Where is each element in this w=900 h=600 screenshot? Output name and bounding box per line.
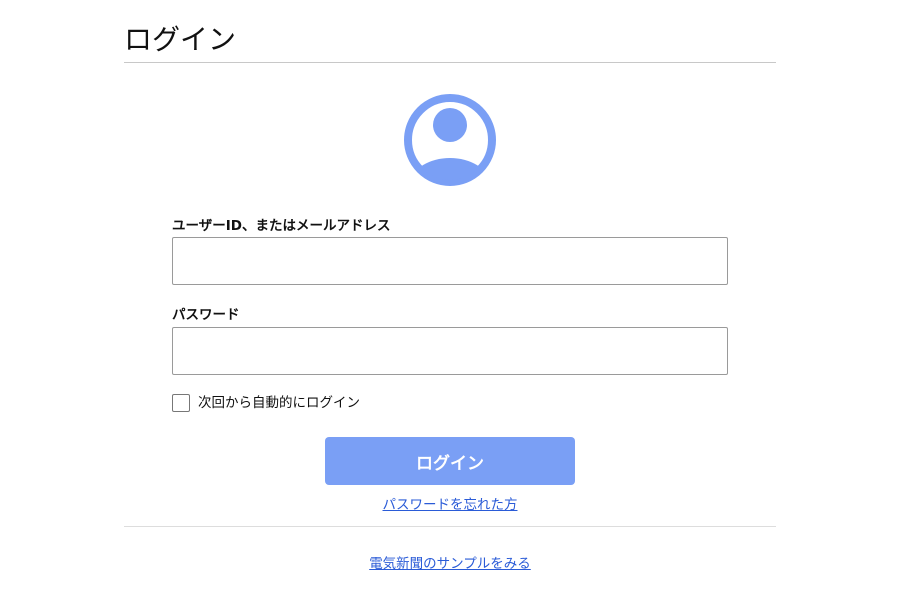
forgot-password-link[interactable]: パスワードを忘れた方 [383, 497, 518, 513]
forgot-password-row: パスワードを忘れた方 [0, 496, 900, 514]
sample-row: 電気新聞のサンプルをみる [0, 555, 900, 573]
login-page: ログイン ユーザーID、またはメールアドレス パスワード 次回から自動的にログイ… [0, 0, 900, 600]
footer-divider [124, 526, 776, 527]
page-title: ログイン [124, 23, 237, 56]
userid-input[interactable] [172, 237, 728, 285]
sample-link[interactable]: 電気新聞のサンプルをみる [369, 556, 531, 572]
password-input[interactable] [172, 327, 728, 375]
password-label: パスワード [172, 307, 240, 323]
remember-me-checkbox[interactable] [172, 394, 190, 412]
title-divider [124, 62, 776, 63]
userid-label: ユーザーID、またはメールアドレス [172, 218, 391, 234]
user-avatar-icon [402, 92, 498, 188]
remember-me-label: 次回から自動的にログイン [198, 395, 360, 411]
login-button[interactable]: ログイン [325, 437, 575, 485]
remember-me-option[interactable]: 次回から自動的にログイン [172, 394, 360, 412]
